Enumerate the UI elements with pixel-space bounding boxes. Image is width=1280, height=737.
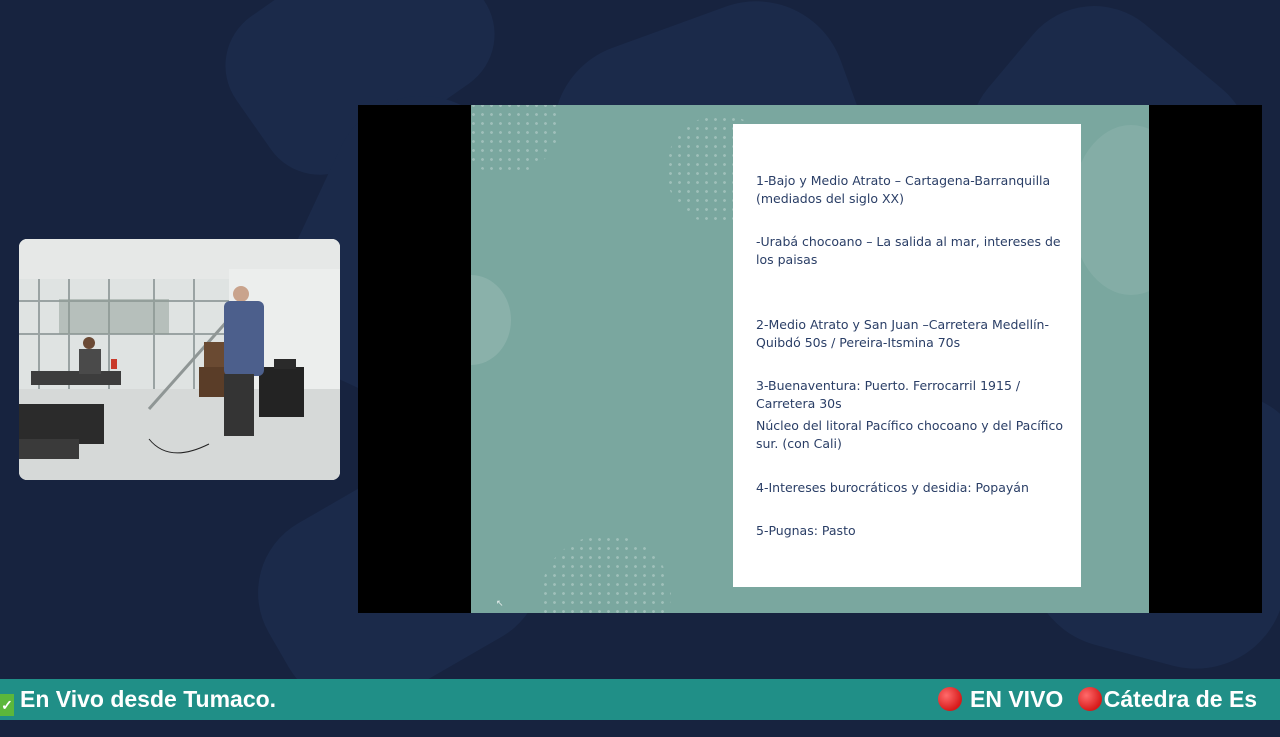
dotted-decoration xyxy=(471,105,561,175)
slide-item-4: 4-Intereses burocráticos y desidia: Popa… xyxy=(756,480,1029,495)
mouse-cursor-icon: ↖ xyxy=(496,599,504,609)
slide-item-3-detail: Núcleo del litoral Pacífico chocoano y d… xyxy=(756,418,1064,451)
presentation-slide: ↖ 1-Bajo y Medio Atrato – Cartagena-Barr… xyxy=(471,105,1149,613)
ticker-left-text: En Vivo desde Tumaco. xyxy=(20,686,277,712)
check-mark-icon: ✓ xyxy=(0,694,14,716)
slide-item-2: 2-Medio Atrato y San Juan –Carretera Med… xyxy=(756,317,1049,350)
ticker-live-text: EN VIVO xyxy=(970,686,1064,712)
ticker-left: ✓ En Vivo desde Tumaco. xyxy=(0,679,276,720)
slide-item-5: 5-Pugnas: Pasto xyxy=(756,523,856,538)
ticker-right-text: Cátedra de Es xyxy=(1103,686,1258,712)
slide-item-3: 3-Buenaventura: Puerto. Ferrocarril 1915… xyxy=(756,378,1021,411)
slide-item-uraba: -Urabá chocoano – La salida al mar, inte… xyxy=(756,234,1061,267)
red-circle-icon xyxy=(1077,687,1102,711)
speaker-camera-feed xyxy=(19,239,340,480)
slide-text-card: 1-Bajo y Medio Atrato – Cartagena-Barran… xyxy=(733,124,1081,587)
news-ticker: ✓ En Vivo desde Tumaco. EN VIVO Cátedra d… xyxy=(0,679,1280,720)
ticker-right: EN VIVO Cátedra de Es xyxy=(938,679,1257,720)
slide-item-1: 1-Bajo y Medio Atrato – Cartagena-Barran… xyxy=(756,173,1051,206)
blob-decoration xyxy=(1071,125,1149,295)
red-circle-icon xyxy=(938,687,962,711)
shared-screen: ↖ 1-Bajo y Medio Atrato – Cartagena-Barr… xyxy=(358,105,1262,613)
dotted-decoration xyxy=(541,535,671,613)
blob-decoration xyxy=(471,275,511,365)
